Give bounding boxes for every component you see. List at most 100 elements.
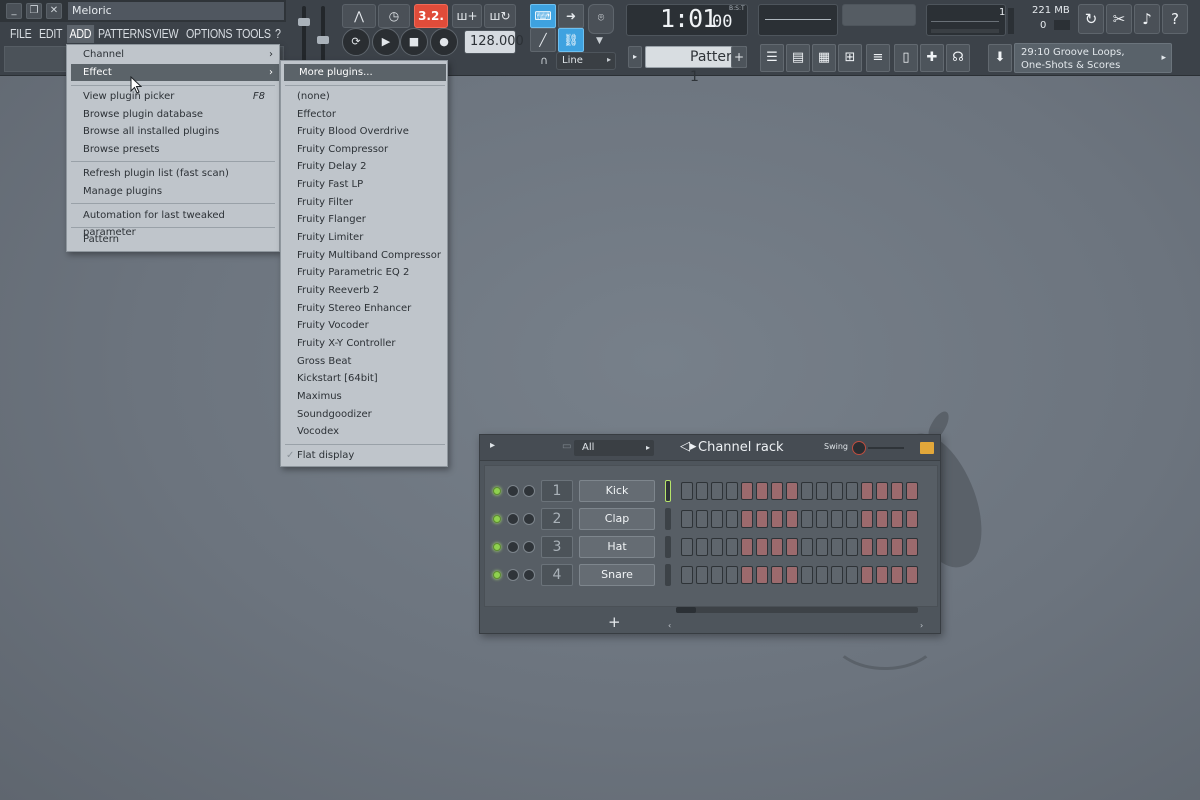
menu-item-browse-presets[interactable]: Browse presets: [67, 141, 279, 158]
step-button[interactable]: [726, 482, 738, 500]
step-button[interactable]: [861, 510, 873, 528]
step-button[interactable]: [831, 538, 843, 556]
menu-edit[interactable]: EDIT: [39, 25, 63, 43]
channel-pan-knob[interactable]: [507, 485, 519, 497]
step-button[interactable]: [681, 482, 693, 500]
channel-rack-icon[interactable]: ▦: [812, 44, 836, 72]
menu-item-refresh-plugin-list[interactable]: Refresh plugin list (fast scan): [67, 165, 279, 182]
step-button[interactable]: [846, 482, 858, 500]
typing-keyboard-icon[interactable]: ⌨: [530, 4, 556, 28]
piano-roll-icon[interactable]: ▤: [786, 44, 810, 72]
menu-item-channel[interactable]: Channel ›: [67, 46, 279, 63]
menu-view[interactable]: VIEW: [152, 25, 179, 43]
master-volume-handle[interactable]: [298, 18, 310, 26]
menu-item-fruity-reeverb-2[interactable]: Fruity Reeverb 2: [281, 282, 447, 299]
channel-volume-knob[interactable]: [523, 513, 535, 525]
swing-knob[interactable]: [852, 441, 866, 455]
draw-tool-icon[interactable]: ╱: [530, 28, 556, 52]
step-button[interactable]: [906, 538, 918, 556]
step-button[interactable]: [711, 566, 723, 584]
step-button[interactable]: [801, 538, 813, 556]
step-button[interactable]: [816, 566, 828, 584]
step-button[interactable]: [816, 482, 828, 500]
download-icon[interactable]: ⬇: [988, 44, 1012, 72]
channel-select-strip[interactable]: [665, 508, 671, 530]
plugin-picker-icon[interactable]: ✚: [920, 44, 944, 72]
step-button[interactable]: [741, 510, 753, 528]
menu-item-fruity-fast-lp[interactable]: Fruity Fast LP: [281, 176, 447, 193]
menu-patterns[interactable]: PATTERNS: [98, 25, 152, 43]
step-button[interactable]: [846, 538, 858, 556]
step-button[interactable]: [876, 510, 888, 528]
menu-file[interactable]: FILE: [10, 25, 32, 43]
step-button[interactable]: [741, 566, 753, 584]
record-button[interactable]: ●: [430, 28, 458, 56]
wait-for-input-icon[interactable]: ◷: [378, 4, 410, 28]
menu-item-fruity-limiter[interactable]: Fruity Limiter: [281, 229, 447, 246]
channel-volume-knob[interactable]: [523, 541, 535, 553]
step-button[interactable]: [726, 538, 738, 556]
step-button[interactable]: [771, 482, 783, 500]
mixer-icon[interactable]: ≡: [866, 44, 890, 72]
menu-item-automation[interactable]: Automation for last tweaked parameter: [67, 207, 279, 238]
browser-icon[interactable]: ▯: [894, 44, 918, 72]
rack-menu-icon[interactable]: ▸: [490, 440, 495, 451]
tempo-tapper-icon[interactable]: ☊: [946, 44, 970, 72]
step-button[interactable]: [861, 482, 873, 500]
channel-pan-knob[interactable]: [507, 513, 519, 525]
step-button[interactable]: [786, 538, 798, 556]
step-button[interactable]: [696, 566, 708, 584]
channel-name-button[interactable]: Hat: [579, 536, 655, 558]
step-button[interactable]: [756, 510, 768, 528]
menu-item-fruity-blood-overdrive[interactable]: Fruity Blood Overdrive: [281, 123, 447, 140]
step-button[interactable]: [816, 538, 828, 556]
menu-item-fruity-stereo-enhancer[interactable]: Fruity Stereo Enhancer: [281, 300, 447, 317]
channel-pan-knob[interactable]: [507, 541, 519, 553]
step-button[interactable]: [786, 482, 798, 500]
tempo-display[interactable]: 128.000: [464, 30, 524, 54]
step-button[interactable]: [891, 510, 903, 528]
pattern-song-toggle[interactable]: 3.2.: [414, 4, 448, 28]
step-sequencer-icon[interactable]: ⊞: [838, 44, 862, 72]
playlist-icon[interactable]: ☰: [760, 44, 784, 72]
step-button[interactable]: [726, 566, 738, 584]
scrollbar-thumb[interactable]: [676, 607, 696, 613]
menu-item-fruity-flanger[interactable]: Fruity Flanger: [281, 211, 447, 228]
menu-add[interactable]: ADD: [67, 25, 94, 43]
menu-tools[interactable]: TOOLS: [236, 25, 271, 43]
channel-mute-led[interactable]: [493, 487, 501, 495]
add-channel-button[interactable]: +: [608, 613, 621, 631]
menu-item-fruity-delay-2[interactable]: Fruity Delay 2: [281, 158, 447, 175]
step-button[interactable]: [906, 566, 918, 584]
step-button[interactable]: [801, 566, 813, 584]
step-button[interactable]: [906, 482, 918, 500]
step-button[interactable]: [696, 482, 708, 500]
step-button[interactable]: [696, 538, 708, 556]
menu-item-pattern[interactable]: Pattern: [67, 231, 279, 248]
step-button[interactable]: [801, 482, 813, 500]
channel-select-strip[interactable]: [665, 480, 671, 502]
step-button[interactable]: [891, 566, 903, 584]
step-button[interactable]: [711, 538, 723, 556]
restore-icon[interactable]: ❐: [26, 3, 42, 19]
menu-item-flat-display[interactable]: ✓ Flat display: [281, 447, 447, 464]
step-button[interactable]: [816, 510, 828, 528]
menu-options[interactable]: OPTIONS: [186, 25, 233, 43]
channel-select-strip[interactable]: [665, 536, 671, 558]
news-panel[interactable]: 29:10 Groove Loops, One-Shots & Scores ▸: [1014, 43, 1172, 73]
play-button[interactable]: ▶: [372, 28, 400, 56]
step-button[interactable]: [861, 566, 873, 584]
step-button[interactable]: [891, 538, 903, 556]
channel-mixer-track[interactable]: 4: [541, 564, 573, 586]
menu-item-effector[interactable]: Effector: [281, 106, 447, 123]
scroll-right-icon[interactable]: ›: [920, 621, 923, 630]
step-button[interactable]: [771, 510, 783, 528]
channel-mixer-track[interactable]: 3: [541, 536, 573, 558]
channel-name-button[interactable]: Kick: [579, 480, 655, 502]
rack-horizontal-scrollbar[interactable]: [676, 607, 918, 613]
menu-item-kickstart[interactable]: Kickstart [64bit]: [281, 370, 447, 387]
step-button[interactable]: [681, 566, 693, 584]
step-button[interactable]: [771, 538, 783, 556]
menu-item-manage-plugins[interactable]: Manage plugins: [67, 183, 279, 200]
metronome-icon[interactable]: ⋀: [342, 4, 376, 28]
